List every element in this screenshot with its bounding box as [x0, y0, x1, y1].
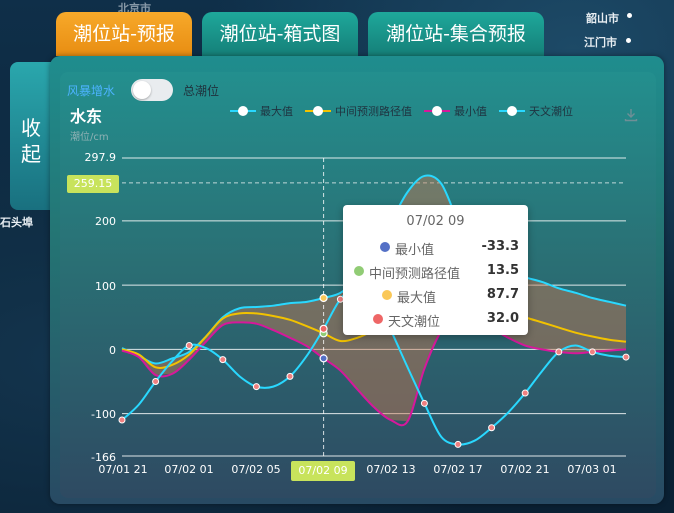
astronomical-tide-point [420, 399, 428, 407]
y-tick-label: -100 [91, 408, 116, 421]
x-tick-label: 07/02 05 [231, 463, 281, 476]
y-tick-label: 297.9 [84, 151, 117, 164]
x-highlight-badge: 07/02 09 [291, 461, 355, 481]
astronomical-tide-point [555, 348, 563, 356]
astronomical-tide-point [118, 416, 126, 424]
y-tick-label: 100 [95, 280, 116, 293]
tooltip-title: 07/02 09 [406, 214, 465, 229]
x-tick-label: 07/02 21 [500, 463, 550, 476]
series-dot-icon [354, 266, 364, 276]
tooltip-series-value: 13.5 [486, 263, 519, 278]
astronomical-tide-point [521, 389, 529, 397]
tooltip-row: 中间预测路径值 13.5 [353, 261, 519, 282]
astronomical-tide-point [219, 356, 227, 364]
series-dot-icon [373, 314, 383, 324]
tooltip-row: 天文潮位 32.0 [353, 309, 519, 330]
tooltip-row: 最小值 -33.3 [353, 237, 519, 258]
astronomical-tide-point [252, 383, 260, 391]
astronomical-tide-point [152, 377, 160, 385]
astronomical-tide-point [622, 353, 630, 361]
series-dot-icon [382, 290, 392, 300]
x-tick-label: 07/02 17 [433, 463, 483, 476]
astronomical-tide-point [286, 372, 294, 380]
tooltip-series-name: 天文潮位 [388, 315, 441, 330]
series-dot-icon [380, 242, 390, 252]
tooltip-series-name: 最大值 [397, 291, 437, 306]
tooltip-row: 最大值 87.7 [353, 285, 519, 306]
y-marker-badge: 259.15 [67, 175, 119, 193]
x-tick-label: 07/02 13 [366, 463, 416, 476]
astronomical-tide-point [454, 440, 462, 448]
x-tick-label: 07/02 01 [164, 463, 214, 476]
astronomical-tide-point [185, 342, 193, 350]
crosshair-point [319, 324, 328, 333]
tide-chart[interactable] [0, 0, 674, 513]
tooltip-series-value: 87.7 [486, 287, 519, 302]
x-tick-label: 07/03 01 [567, 463, 617, 476]
x-tick-label: 07/01 21 [98, 463, 148, 476]
chart-tooltip: 07/02 09 最小值 -33.3 中间预测路径值 13.5 最大值 87.7… [343, 205, 528, 335]
y-tick-label: 200 [95, 215, 116, 228]
crosshair-point [319, 354, 328, 363]
tooltip-series-value: 32.0 [486, 311, 519, 326]
y-tick-label: 0 [109, 344, 116, 357]
crosshair-point [319, 293, 328, 303]
tooltip-series-name: 中间预测路径值 [369, 267, 461, 282]
astronomical-tide-point [588, 348, 596, 356]
tooltip-series-name: 最小值 [395, 243, 435, 258]
tooltip-series-value: -33.3 [481, 239, 519, 254]
astronomical-tide-point [488, 424, 496, 432]
